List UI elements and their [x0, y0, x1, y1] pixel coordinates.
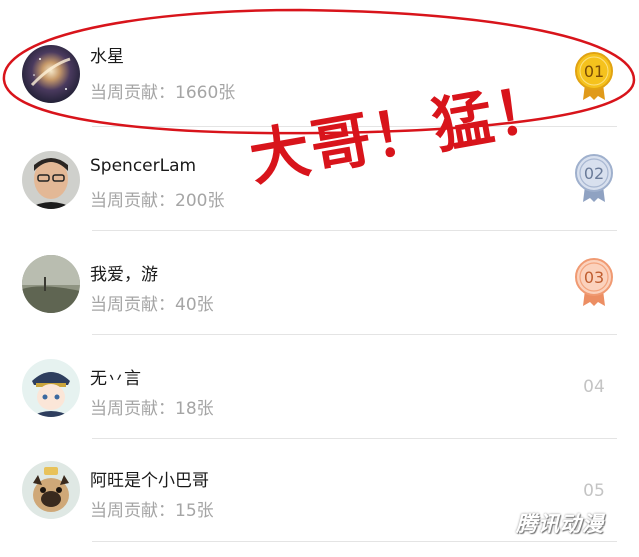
user-name: 阿旺是个小巴哥: [90, 471, 209, 491]
contribution-value: 18张: [175, 399, 214, 419]
rank-number: 02: [584, 164, 604, 183]
contribution-label: 当周贡献：: [90, 83, 175, 103]
contribution-label: 当周贡献：: [90, 501, 175, 521]
weekly-contribution: 当周贡献：1660张: [90, 78, 235, 103]
contribution-value: 1660张: [175, 83, 236, 103]
pug-avatar: [22, 461, 80, 519]
contribution-value: 40张: [175, 295, 214, 315]
landscape-avatar: [22, 255, 80, 313]
rank-number: 05: [583, 481, 605, 501]
weekly-contribution: 当周贡献：200张: [90, 186, 224, 211]
man-photo-avatar: [22, 151, 80, 209]
user-name: 我爱，游: [90, 265, 158, 285]
list-item[interactable]: 水星 当周贡献：1660张 01: [0, 24, 639, 127]
silver-medal-icon: 02: [573, 154, 615, 204]
contribution-label: 当周贡献：: [90, 191, 175, 211]
list-item[interactable]: 阿旺是个小巴哥 当周贡献：15张 05: [0, 439, 639, 542]
user-name: 无丷言: [90, 369, 141, 389]
rank-number: 03: [584, 268, 604, 287]
weekly-contribution: 当周贡献：18张: [90, 394, 214, 419]
contribution-value: 200张: [175, 191, 225, 211]
anime-avatar: [22, 359, 80, 417]
contribution-label: 当周贡献：: [90, 399, 175, 419]
galaxy-avatar: [22, 45, 80, 103]
list-item[interactable]: 我爱，游 当周贡献：40张 03: [0, 231, 639, 334]
rank-number: 04: [583, 377, 605, 397]
weekly-contribution: 当周贡献：15张: [90, 496, 214, 521]
divider: [92, 541, 617, 542]
contribution-value: 15张: [175, 501, 214, 521]
weekly-contribution: 当周贡献：40张: [90, 290, 214, 315]
list-item[interactable]: 无丷言 当周贡献：18张 04: [0, 335, 639, 438]
bronze-medal-icon: 03: [573, 258, 615, 308]
list-item[interactable]: SpencerLam 当周贡献：200张 02: [0, 127, 639, 230]
user-name: 水星: [90, 47, 124, 67]
user-name: SpencerLam: [90, 156, 197, 176]
gold-medal-icon: 01: [573, 52, 615, 102]
contribution-label: 当周贡献：: [90, 295, 175, 315]
rank-number: 01: [584, 62, 604, 81]
